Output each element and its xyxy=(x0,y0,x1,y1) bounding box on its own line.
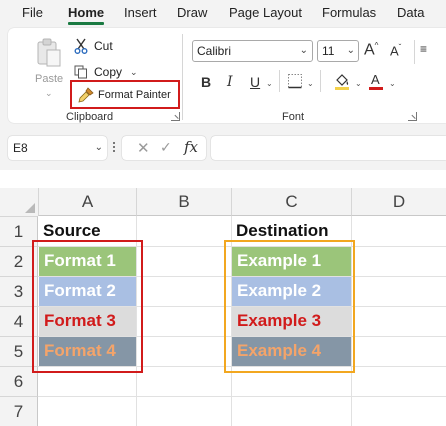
gridline xyxy=(38,396,446,397)
grow-font-icon[interactable]: A^ xyxy=(364,41,378,59)
row-header-3[interactable]: 3 xyxy=(0,276,38,306)
shrink-font-icon[interactable]: Aˇ xyxy=(390,43,401,58)
group-separator xyxy=(182,34,183,120)
gridline xyxy=(351,216,352,426)
underline-button[interactable]: U xyxy=(250,74,260,90)
fill-color-chevron-icon[interactable]: ⌄ xyxy=(355,79,362,88)
row-header-5[interactable]: 5 xyxy=(0,336,38,366)
row-header-7[interactable]: 7 xyxy=(0,396,38,426)
paste-chevron-icon[interactable]: ⌄ xyxy=(45,88,53,99)
worksheet-grid: A B C D 1 2 3 4 5 6 7 Source Destination… xyxy=(0,188,446,426)
chevron-down-icon: ⌄ xyxy=(299,45,308,56)
fill-color-icon[interactable] xyxy=(333,72,351,90)
format-painter-button[interactable]: Format Painter xyxy=(70,80,180,109)
font-size-value: 11 xyxy=(322,44,335,58)
name-box[interactable]: E8 ⌄ xyxy=(8,136,107,160)
bold-button[interactable]: B xyxy=(201,74,211,90)
select-all-button[interactable] xyxy=(0,188,38,216)
scissors-icon xyxy=(74,38,88,54)
underline-chevron-icon[interactable]: ⌄ xyxy=(266,79,273,88)
separator xyxy=(414,40,415,64)
chevron-down-icon: ⌄ xyxy=(346,45,355,56)
cell-c3[interactable]: Example 2 xyxy=(232,277,351,306)
copy-label: Copy xyxy=(94,65,123,79)
formula-input[interactable] xyxy=(211,136,446,160)
separator xyxy=(279,70,280,92)
column-header-b[interactable]: B xyxy=(136,188,231,216)
home-ribbon-panel: Paste ⌄ Cut Copy ⌄ Format Painter Clipbo… xyxy=(8,28,446,123)
tab-draw[interactable]: Draw xyxy=(177,5,207,20)
cut-label: Cut xyxy=(94,39,113,53)
borders-chevron-icon[interactable]: ⌄ xyxy=(307,79,314,88)
italic-button[interactable]: I xyxy=(227,74,233,90)
clipboard-group-label: Clipboard xyxy=(66,111,114,123)
tab-file[interactable]: File xyxy=(22,5,43,20)
tab-home[interactable]: Home xyxy=(68,5,104,20)
cell-a2[interactable]: Format 1 xyxy=(39,247,136,276)
resize-handle-icon[interactable] xyxy=(113,146,115,148)
copy-button[interactable]: Copy ⌄ xyxy=(74,62,138,82)
cell-a5[interactable]: Format 4 xyxy=(39,337,136,366)
cell-a1[interactable]: Source xyxy=(38,217,136,246)
font-dialog-launcher-icon[interactable] xyxy=(408,112,417,121)
chevron-down-icon[interactable]: ⌄ xyxy=(95,142,103,153)
formula-buttons: ✕ ✓ fx xyxy=(122,136,206,160)
cell-c4[interactable]: Example 3 xyxy=(232,307,351,336)
insert-function-icon[interactable]: fx xyxy=(184,138,198,156)
column-header-a[interactable]: A xyxy=(38,188,136,216)
font-color-icon[interactable]: A xyxy=(368,72,384,90)
cell-a4[interactable]: Format 3 xyxy=(39,307,136,336)
borders-icon[interactable] xyxy=(287,73,303,89)
gridline xyxy=(38,366,446,367)
column-header-d[interactable]: D xyxy=(351,188,446,216)
font-group-label: Font xyxy=(282,111,305,123)
copy-chevron-icon[interactable]: ⌄ xyxy=(130,67,138,78)
tab-page-layout[interactable]: Page Layout xyxy=(229,5,302,20)
cell-c1[interactable]: Destination xyxy=(231,217,361,246)
row-header-4[interactable]: 4 xyxy=(0,306,38,336)
column-header-c[interactable]: C xyxy=(231,188,351,216)
separator xyxy=(320,70,321,92)
gridline xyxy=(136,216,137,426)
tab-data[interactable]: Data xyxy=(397,5,424,20)
text-direction-icon[interactable]: ≡ xyxy=(420,42,427,56)
paste-label[interactable]: Paste xyxy=(35,73,63,85)
cut-button[interactable]: Cut xyxy=(74,36,113,56)
clipboard-dialog-launcher-icon[interactable] xyxy=(171,112,180,121)
font-name-value: Calibri xyxy=(197,44,232,58)
tab-insert[interactable]: Insert xyxy=(124,5,157,20)
copy-icon xyxy=(74,65,87,79)
cell-c2[interactable]: Example 1 xyxy=(232,247,351,276)
format-painter-label: Format Painter xyxy=(98,88,171,101)
paste-icon[interactable] xyxy=(36,38,62,68)
tab-formulas[interactable]: Formulas xyxy=(322,5,376,20)
formula-bar-area: E8 ⌄ ✕ ✓ fx xyxy=(0,126,446,170)
active-tab-indicator xyxy=(68,22,104,25)
cell-c5[interactable]: Example 4 xyxy=(232,337,351,366)
ribbon-tabs: File Home Insert Draw Page Layout Formul… xyxy=(0,0,446,26)
cancel-icon[interactable]: ✕ xyxy=(137,139,150,157)
font-color-chevron-icon[interactable]: ⌄ xyxy=(389,79,396,88)
font-size-select[interactable]: 11 ⌄ xyxy=(317,40,359,62)
row-header-2[interactable]: 2 xyxy=(0,246,38,276)
row-header-1[interactable]: 1 xyxy=(0,216,38,246)
cell-a3[interactable]: Format 2 xyxy=(39,277,136,306)
ribbon: Paste ⌄ Cut Copy ⌄ Format Painter Clipbo… xyxy=(0,26,446,126)
paintbrush-icon xyxy=(78,86,94,103)
name-box-value: E8 xyxy=(13,141,28,155)
font-name-select[interactable]: Calibri ⌄ xyxy=(192,40,313,62)
enter-icon[interactable]: ✓ xyxy=(160,139,172,156)
svg-text:A: A xyxy=(371,72,380,87)
row-header-6[interactable]: 6 xyxy=(0,366,38,396)
